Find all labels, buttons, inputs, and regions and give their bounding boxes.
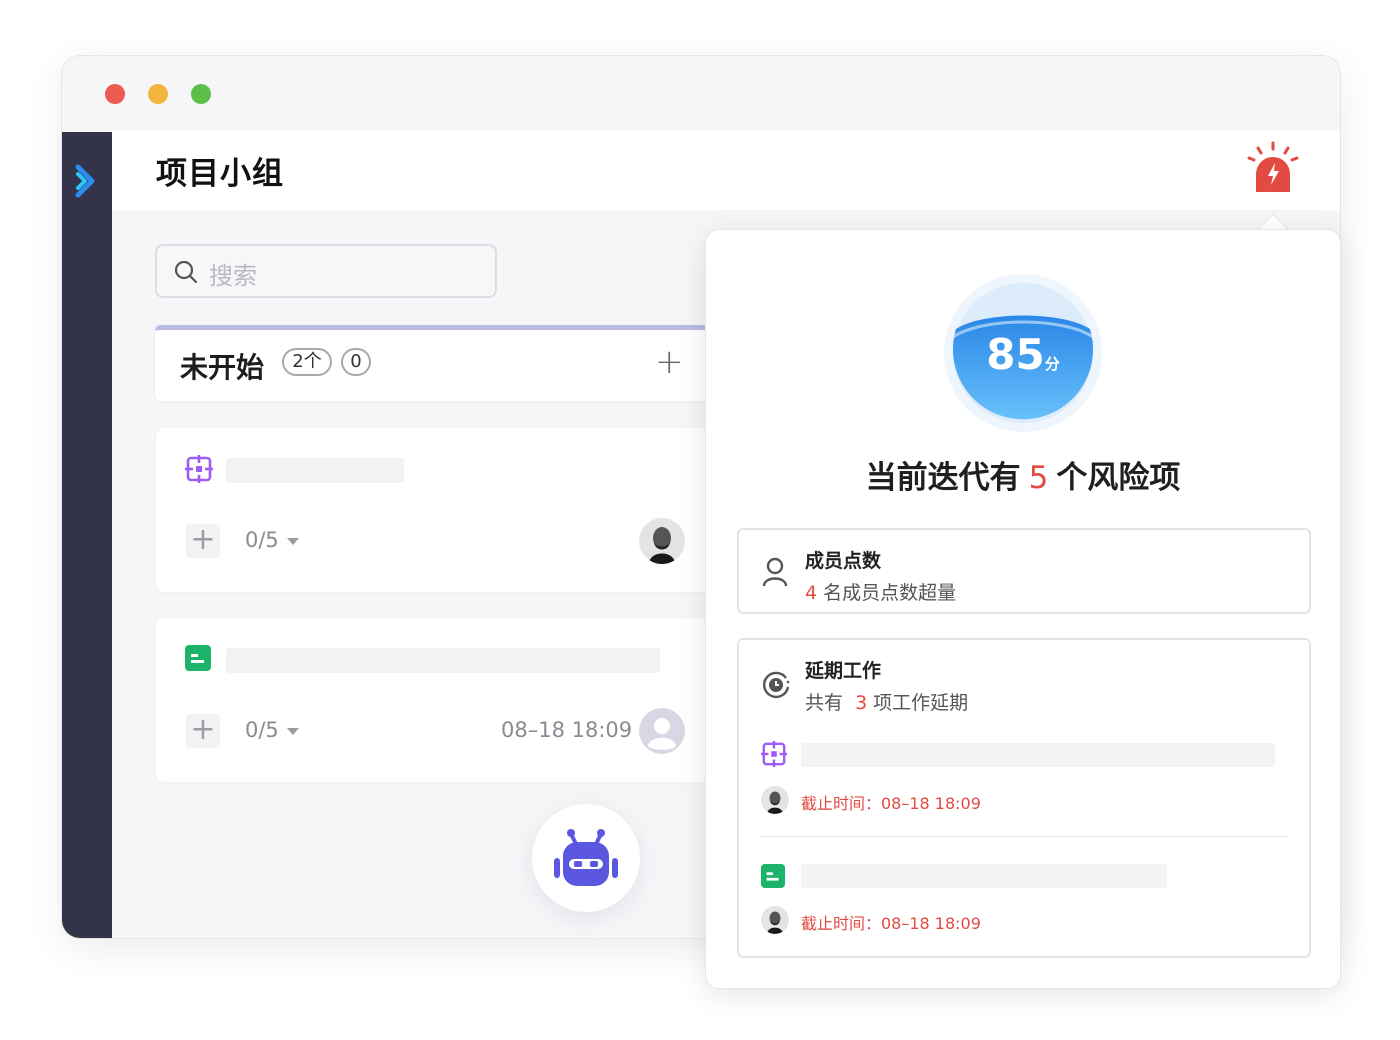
chevron-down-icon: [286, 727, 299, 735]
column-count-badge: 2个: [282, 348, 332, 376]
risk-title: 延期工作: [805, 660, 882, 682]
work-item-card[interactable]: + 0/5: [156, 428, 716, 592]
member-points-risk[interactable]: 成员点数 4 名成员点数超量: [737, 528, 1311, 614]
column-secondary-badge: 0: [341, 348, 371, 376]
card-title-placeholder: [226, 458, 404, 483]
risk-summary: 当前迭代有 5 个风险项: [865, 460, 1181, 496]
avatar: [761, 786, 789, 814]
deadline-text: 截止时间：08–18 18:09: [801, 794, 981, 813]
risk-description: 4 名成员点数超量: [805, 582, 957, 604]
robot-icon: [554, 829, 618, 886]
avatar: [761, 906, 789, 934]
risk-description: 共有 3 项工作延期: [805, 692, 969, 714]
divider: [761, 836, 1287, 837]
clock-icon: [763, 671, 790, 699]
add-card-button[interactable]: +: [655, 342, 684, 382]
due-date: 08–18 18:09: [501, 718, 633, 742]
search-placeholder: 搜索: [209, 262, 257, 290]
deadline-text: 截止时间：08–18 18:09: [801, 914, 981, 933]
title-bar: [62, 56, 1340, 130]
task-icon: [185, 645, 211, 671]
risk-title: 成员点数: [805, 550, 882, 572]
story-icon: [761, 741, 787, 767]
progress-dropdown[interactable]: 0/5: [245, 528, 299, 552]
add-subtask-button[interactable]: +: [186, 524, 220, 558]
minimize-window-button[interactable]: [148, 84, 168, 104]
column-header: 未开始 2个 0 +: [155, 325, 715, 401]
progress-dropdown[interactable]: 0/5: [245, 718, 299, 742]
add-subtask-button[interactable]: +: [186, 714, 220, 748]
assistant-robot-button[interactable]: [532, 804, 640, 912]
score-value: 85分: [986, 330, 1060, 379]
work-title-placeholder: [801, 864, 1167, 888]
alarm-icon[interactable]: [1244, 140, 1302, 198]
work-item-card[interactable]: + 0/5 08–18 18:09: [156, 618, 716, 782]
delayed-work-risk[interactable]: 延期工作 共有 3 项工作延期 截止时间：08–18 18:09 截止时间：08…: [737, 638, 1311, 958]
avatar[interactable]: [639, 518, 685, 564]
page-header: 项目小组: [112, 130, 1340, 210]
search-icon: [174, 260, 198, 284]
search-input[interactable]: 搜索: [155, 244, 497, 298]
risk-panel: 85分 当前迭代有 5 个风险项 成员点数 4 名成员点数超量 延期工作 共有 3 项工…: [705, 229, 1341, 989]
page-title: 项目小组: [156, 156, 284, 192]
work-title-placeholder: [801, 743, 1275, 767]
task-icon: [761, 864, 785, 888]
card-title-placeholder: [226, 648, 660, 673]
chevron-down-icon: [286, 537, 299, 545]
column-title: 未开始: [180, 351, 265, 384]
user-icon: [762, 557, 788, 587]
story-icon: [185, 455, 213, 483]
close-window-button[interactable]: [105, 84, 125, 104]
maximize-window-button[interactable]: [191, 84, 211, 104]
sidebar: [62, 132, 112, 938]
avatar-placeholder-icon[interactable]: [639, 708, 685, 754]
app-logo-icon[interactable]: [74, 164, 100, 198]
